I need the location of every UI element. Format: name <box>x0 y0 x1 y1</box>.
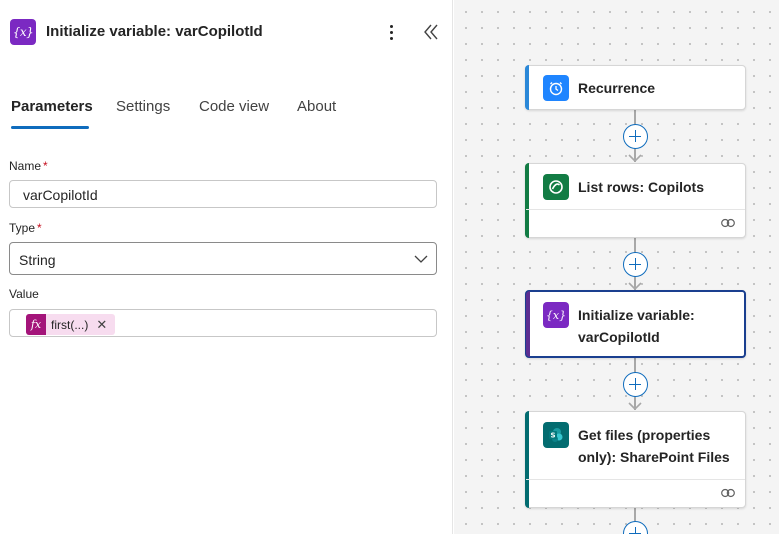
panel-title: Initialize variable: varCopilotId <box>46 23 263 40</box>
sharepoint-icon: S <box>543 422 569 448</box>
token-label: first(...) <box>51 317 89 332</box>
name-field-label: Name * <box>9 159 48 173</box>
node-title-line1: Get files (properties <box>578 427 711 443</box>
flow-node-initialize-variable[interactable]: {x} Initialize variable: varCopilotId <box>525 290 746 358</box>
tab-settings[interactable]: Settings <box>116 98 170 115</box>
insert-step-button[interactable] <box>623 372 648 397</box>
value-field-label: Value <box>9 287 39 301</box>
more-options-icon[interactable] <box>381 20 401 44</box>
insert-step-button[interactable] <box>623 124 648 149</box>
collapse-panel-icon[interactable] <box>420 20 442 44</box>
clock-icon <box>543 75 569 101</box>
chevron-down-icon <box>414 255 428 263</box>
panel-header: {x} Initialize variable: varCopilotId <box>0 0 453 64</box>
variable-icon: {x} <box>543 302 569 328</box>
required-marker: * <box>43 159 48 173</box>
flow-node-get-files[interactable]: S Get files (properties only): SharePoin… <box>525 411 746 508</box>
expression-token[interactable]: fx first(...) ✕ <box>26 314 116 335</box>
insert-step-button[interactable] <box>623 252 648 277</box>
link-icon <box>721 488 735 498</box>
active-tab-indicator <box>11 126 89 129</box>
type-field-label: Type * <box>9 221 42 235</box>
card-footer <box>526 479 745 507</box>
remove-token-icon[interactable]: ✕ <box>96 318 107 331</box>
name-input[interactable]: varCopilotId <box>9 180 437 208</box>
dataverse-icon <box>543 174 569 200</box>
link-icon <box>721 218 735 228</box>
name-label-text: Name <box>9 159 42 173</box>
type-dropdown[interactable]: String <box>9 242 437 275</box>
required-marker: * <box>37 221 42 235</box>
arrow-down-icon <box>628 154 642 162</box>
arrow-down-icon <box>628 402 642 410</box>
node-title: List rows: Copilots <box>578 179 704 195</box>
tab-parameters[interactable]: Parameters <box>11 98 93 115</box>
type-label-text: Type <box>9 221 36 235</box>
svg-text:S: S <box>550 432 555 440</box>
action-details-panel: {x} Initialize variable: varCopilotId Pa… <box>0 0 453 534</box>
node-title: Initialize variable: varCopilotId <box>578 304 695 348</box>
type-selected-value: String <box>19 252 56 268</box>
value-input[interactable]: fx first(...) ✕ <box>9 309 437 337</box>
card-accent <box>526 291 530 357</box>
node-title-line2: only): SharePoint Files <box>578 449 730 465</box>
node-title: Recurrence <box>578 80 656 96</box>
panel-tabs: Parameters Settings Code view About <box>0 90 453 132</box>
tab-code-view[interactable]: Code view <box>199 98 269 115</box>
flow-node-recurrence[interactable]: Recurrence <box>525 65 746 110</box>
flow-node-list-rows[interactable]: List rows: Copilots <box>525 163 746 238</box>
function-icon: fx <box>26 314 46 335</box>
card-accent <box>525 65 529 110</box>
arrow-down-icon <box>628 282 642 290</box>
tab-about[interactable]: About <box>297 98 336 115</box>
node-title-line2: varCopilotId <box>578 329 660 345</box>
variable-icon: {x} <box>10 19 36 45</box>
card-footer <box>526 209 745 237</box>
node-title-line1: Initialize variable: <box>578 307 695 323</box>
node-title: Get files (properties only): SharePoint … <box>578 424 730 468</box>
